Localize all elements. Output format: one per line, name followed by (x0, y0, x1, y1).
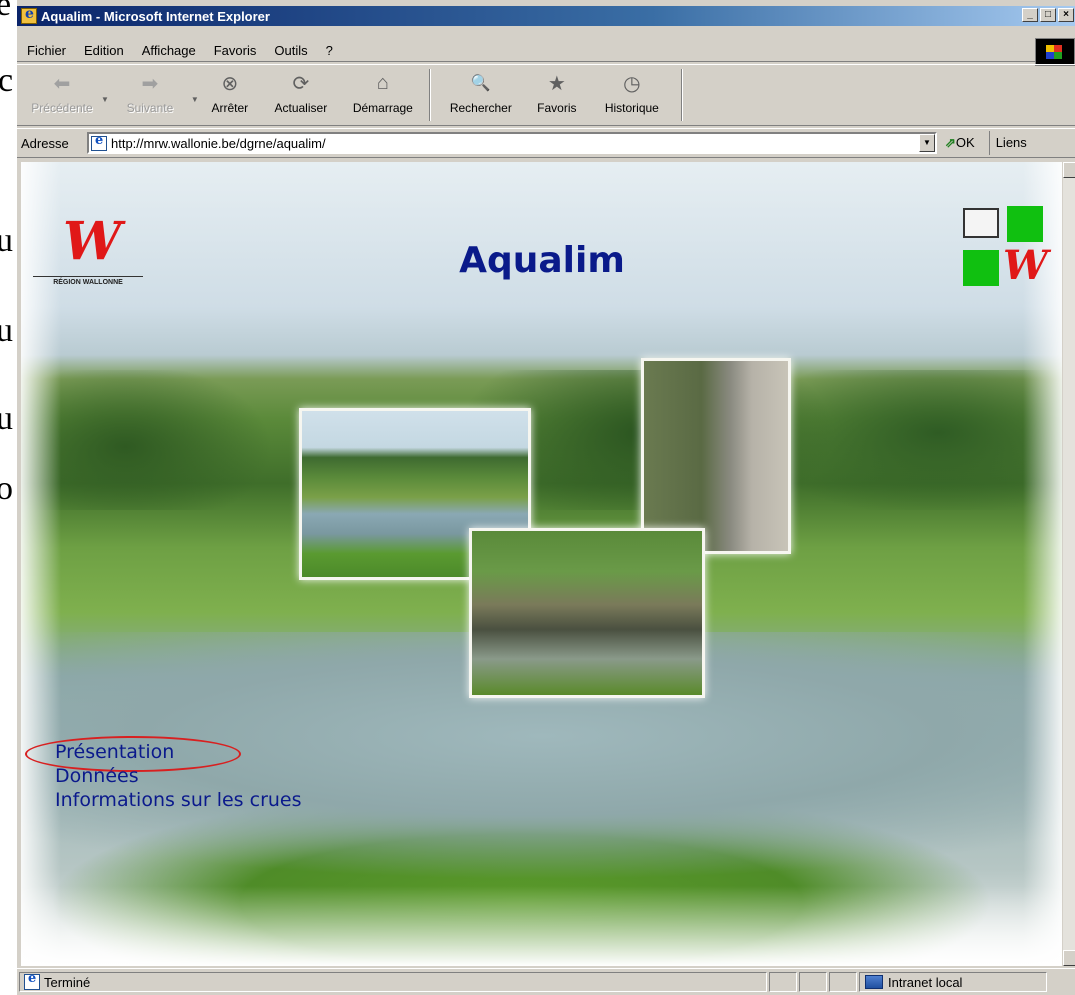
bg-fragment: c (0, 62, 14, 99)
search-icon: 🔍 (470, 75, 491, 92)
forward-dropdown-icon[interactable]: ▼ (191, 95, 199, 104)
forward-arrow-icon: ➡ (141, 72, 159, 95)
refresh-label: Actualiser (274, 101, 328, 115)
menu-bar: Fichier Edition Affichage Favoris Outils… (17, 40, 1057, 62)
search-button[interactable]: 🔍 Rechercher (435, 65, 527, 125)
window-title: Aqualim - Microsoft Internet Explorer (41, 8, 270, 24)
menu-help[interactable]: ? (326, 43, 333, 58)
status-message: Terminé (19, 971, 767, 992)
vignette-bottom (21, 886, 1063, 966)
vertical-scrollbar[interactable] (1062, 162, 1075, 966)
page-content: W RÉGION WALLONNE Aqualim W Présentation… (21, 162, 1063, 966)
page-loaded-icon (24, 971, 40, 990)
nav-links: Présentation Données Informations sur le… (55, 740, 302, 812)
green-square (963, 250, 999, 286)
history-icon: ◷ (623, 72, 641, 95)
go-label: OK (955, 135, 975, 150)
refresh-button[interactable]: ⟳ Actualiser (261, 65, 341, 125)
home-icon: ⌂ (376, 71, 389, 94)
status-text: Terminé (44, 974, 91, 990)
gauge-station-photo (641, 358, 791, 554)
instrument-icon (963, 208, 999, 238)
page-icon (91, 133, 107, 151)
green-square (1007, 206, 1043, 242)
status-cell (829, 972, 857, 992)
aqualim-logo: W (961, 206, 1053, 298)
scroll-up-button[interactable] (1063, 162, 1075, 178)
address-input[interactable]: http://mrw.wallonie.be/dgrne/aqualim/ ▼ (87, 132, 937, 154)
address-label: Adresse (21, 135, 69, 151)
menu-affichage[interactable]: Affichage (142, 43, 196, 58)
go-arrow-icon: ⇗ (945, 135, 956, 150)
address-bar: Adresse http://mrw.wallonie.be/dgrne/aqu… (17, 128, 1075, 158)
status-bar: Terminé Intranet local (17, 968, 1075, 995)
forward-button[interactable]: ➡ Suivante (109, 65, 191, 125)
favorites-label: Favoris (537, 101, 577, 115)
intranet-icon (865, 975, 883, 989)
windows-logo-icon (1035, 38, 1075, 66)
toolbar-separator (680, 69, 683, 121)
stop-label: Arrêter (211, 101, 249, 115)
go-button[interactable]: ⇗OK (945, 135, 975, 151)
toolbar: ⬅ Précédente ▼ ➡ Suivante ▼ ⊗ Arrêter ⟳ … (17, 64, 1075, 126)
favorites-button[interactable]: ★ Favoris (527, 65, 587, 125)
back-label: Précédente (31, 101, 93, 115)
home-button[interactable]: ⌂ Démarrage (341, 65, 425, 125)
back-dropdown-icon[interactable]: ▼ (101, 95, 109, 104)
scroll-down-button[interactable] (1063, 950, 1075, 966)
back-button[interactable]: ⬅ Précédente (23, 65, 101, 125)
stop-icon: ⊗ (221, 72, 239, 95)
zone-text: Intranet local (888, 974, 963, 990)
wallonie-w-logo-icon: W (1003, 242, 1048, 289)
browser-window: Aqualim - Microsoft Internet Explorer _ … (16, 0, 1075, 995)
security-zone: Intranet local (859, 972, 1047, 992)
links-button[interactable]: Liens (988, 131, 1027, 155)
menu-fichier[interactable]: Fichier (27, 43, 66, 58)
toolbar-separator (428, 69, 431, 121)
bg-fragment: e (0, 0, 12, 23)
bg-fragment: o (0, 470, 13, 507)
address-url: http://mrw.wallonie.be/dgrne/aqualim/ (111, 135, 326, 151)
home-label: Démarrage (352, 101, 413, 115)
status-cell (799, 972, 827, 992)
maximize-button[interactable]: □ (1040, 8, 1056, 22)
bg-fragment: u (0, 400, 13, 437)
address-dropdown-button[interactable]: ▼ (919, 134, 935, 152)
history-button[interactable]: ◷ Historique (587, 65, 677, 125)
nav-link-crues[interactable]: Informations sur les crues (55, 788, 302, 812)
back-arrow-icon: ⬅ (53, 72, 71, 95)
refresh-icon: ⟳ (292, 72, 310, 95)
window-controls: _ □ × (1022, 8, 1074, 22)
title-bar[interactable]: Aqualim - Microsoft Internet Explorer _ … (17, 6, 1075, 26)
nav-link-presentation[interactable]: Présentation (55, 740, 302, 764)
menu-edition[interactable]: Edition (84, 43, 124, 58)
page-title: Aqualim (459, 240, 625, 281)
minimize-button[interactable]: _ (1022, 8, 1038, 22)
search-label: Rechercher (449, 101, 512, 115)
weir-photo (469, 528, 705, 698)
ie-logo-icon[interactable] (21, 6, 37, 24)
menu-favoris[interactable]: Favoris (214, 43, 257, 58)
nav-link-donnees[interactable]: Données (55, 764, 302, 788)
status-cell (769, 972, 797, 992)
stop-button[interactable]: ⊗ Arrêter (199, 65, 261, 125)
landscape-trees (21, 370, 1063, 510)
history-label: Historique (604, 101, 659, 115)
bg-fragment: u (0, 222, 13, 259)
forward-label: Suivante (126, 101, 174, 115)
menu-outils[interactable]: Outils (274, 43, 307, 58)
favorites-icon: ★ (547, 72, 566, 95)
close-button[interactable]: × (1058, 8, 1074, 22)
bg-fragment: u (0, 312, 13, 349)
